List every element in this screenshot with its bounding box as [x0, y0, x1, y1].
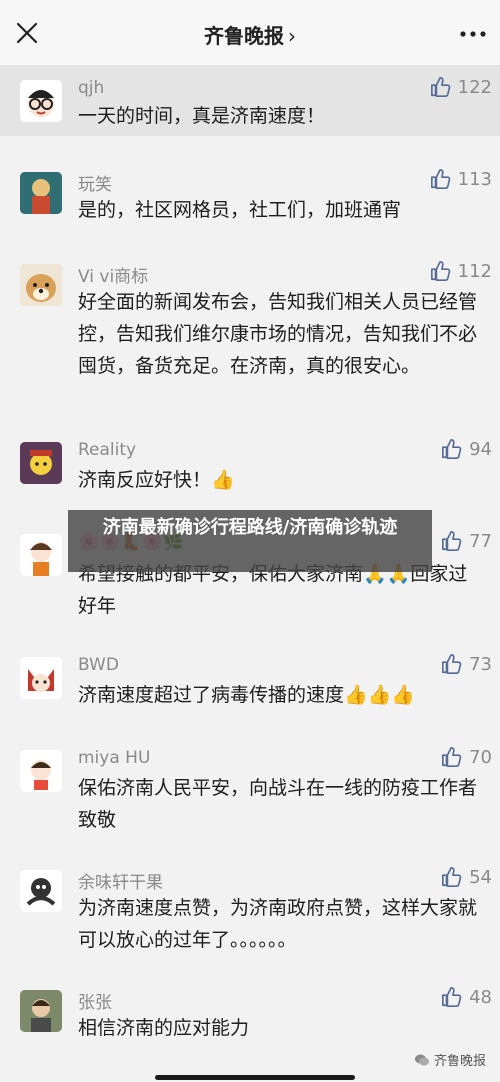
like-button[interactable]: 70 — [441, 746, 492, 768]
photo-avatar[interactable] — [20, 172, 62, 214]
comment-text: 济南反应好快！👍 — [78, 469, 235, 491]
headline-banner: 济南最新确诊行程路线/济南确诊轨迹 — [68, 510, 432, 572]
comment-author[interactable]: 张张 — [78, 988, 112, 1013]
like-count: 113 — [457, 168, 492, 190]
comment-item: 玩笑 113 是的，社区网格员，社工们，加班通宵 — [0, 160, 500, 230]
like-count: 70 — [469, 746, 492, 768]
girl-avatar[interactable] — [20, 534, 62, 576]
like-button[interactable]: 113 — [430, 168, 492, 190]
comment-author[interactable]: Vi vi商标 — [78, 262, 148, 287]
more-icon[interactable] — [458, 24, 488, 44]
comment-item: Reality 94 济南反应好快！👍 — [0, 430, 500, 505]
thumbs-up-icon — [442, 987, 462, 1007]
like-count: 73 — [469, 653, 492, 675]
thumbs-up-icon — [442, 654, 462, 674]
comment-author[interactable]: BWD — [78, 655, 119, 675]
comment-text: 好全面的新闻发布会，告知我们相关人员已经管控，告知我们维尔康市场的情况，告知我们… — [78, 291, 478, 377]
like-count: 94 — [469, 438, 492, 460]
like-button[interactable]: 77 — [441, 530, 492, 552]
comment-text: 济南速度超过了病毒传播的速度👍👍👍 — [78, 684, 415, 706]
portrait-avatar[interactable] — [20, 990, 62, 1032]
doll-avatar[interactable] — [20, 750, 62, 792]
comment-text: 一天的时间，真是济南速度！ — [78, 105, 326, 127]
comment-author[interactable]: miya HU — [78, 748, 150, 768]
comment-item: Vi vi商标 112 好全面的新闻发布会，告知我们相关人员已经管控，告知我们维… — [0, 250, 500, 410]
like-button[interactable]: 122 — [430, 76, 492, 98]
comment-item: miya HU 70 保佑济南人民平安，向战斗在一线的防疫工作者致敬 — [0, 738, 500, 838]
thumbs-up-icon — [442, 531, 462, 551]
watermark: 齐鲁晚报 — [414, 1050, 486, 1069]
comment-author[interactable]: 余味轩干果 — [78, 868, 163, 893]
comment-item: BWD 73 济南速度超过了病毒传播的速度👍👍👍 — [0, 645, 500, 720]
thumbs-up-icon — [430, 261, 450, 281]
thumbs-up-icon — [442, 747, 462, 767]
comment-text: 是的，社区网格员，社工们，加班通宵 — [78, 199, 402, 221]
like-button[interactable]: 112 — [430, 260, 492, 282]
cartoon-avatar[interactable] — [20, 442, 62, 484]
comment-text: 相信济南的应对能力 — [78, 1017, 250, 1039]
like-button[interactable]: 54 — [441, 866, 492, 888]
like-count: 54 — [469, 866, 492, 888]
wechat-icon — [414, 1054, 429, 1065]
dog-avatar[interactable] — [20, 264, 62, 306]
comment-item: 张张 48 相信济南的应对能力 — [0, 978, 500, 1050]
cat-avatar[interactable] — [20, 657, 62, 699]
like-count: 112 — [457, 260, 492, 282]
thumbs-up-icon — [430, 169, 450, 189]
like-count: 48 — [469, 986, 492, 1008]
cartoon-glasses-avatar[interactable] — [20, 80, 62, 122]
chevron-right-icon: › — [288, 24, 296, 48]
thumbs-up-icon — [442, 867, 462, 887]
top-bar: 齐鲁晚报 › — [0, 0, 500, 66]
comment-item: 余味轩干果 54 为济南速度点赞，为济南政府点赞，这样大家就可以放心的过年了。。… — [0, 858, 500, 958]
comment-author[interactable]: qjh — [78, 78, 104, 98]
comment-author[interactable]: 玩笑 — [78, 170, 112, 195]
like-count: 122 — [457, 76, 492, 98]
thumbs-up-icon — [442, 439, 462, 459]
home-indicator — [155, 1075, 355, 1080]
account-name[interactable]: 齐鲁晚报 — [204, 24, 284, 48]
comment-text: 为济南速度点赞，为济南政府点赞，这样大家就可以放心的过年了。。。。。。 — [78, 897, 478, 951]
logo-avatar[interactable] — [20, 870, 62, 912]
comment-text: 保佑济南人民平安，向战斗在一线的防疫工作者致敬 — [78, 777, 478, 831]
like-count: 77 — [469, 530, 492, 552]
thumbs-up-icon — [430, 77, 450, 97]
like-button[interactable]: 94 — [441, 438, 492, 460]
comment-item: qjh 122 一天的时间，真是济南速度！ — [0, 66, 500, 136]
like-button[interactable]: 48 — [441, 986, 492, 1008]
account-title[interactable]: 齐鲁晚报 › — [0, 20, 500, 49]
comment-author[interactable]: Reality — [78, 440, 136, 460]
watermark-text: 齐鲁晚报 — [433, 1054, 486, 1069]
like-button[interactable]: 73 — [441, 653, 492, 675]
